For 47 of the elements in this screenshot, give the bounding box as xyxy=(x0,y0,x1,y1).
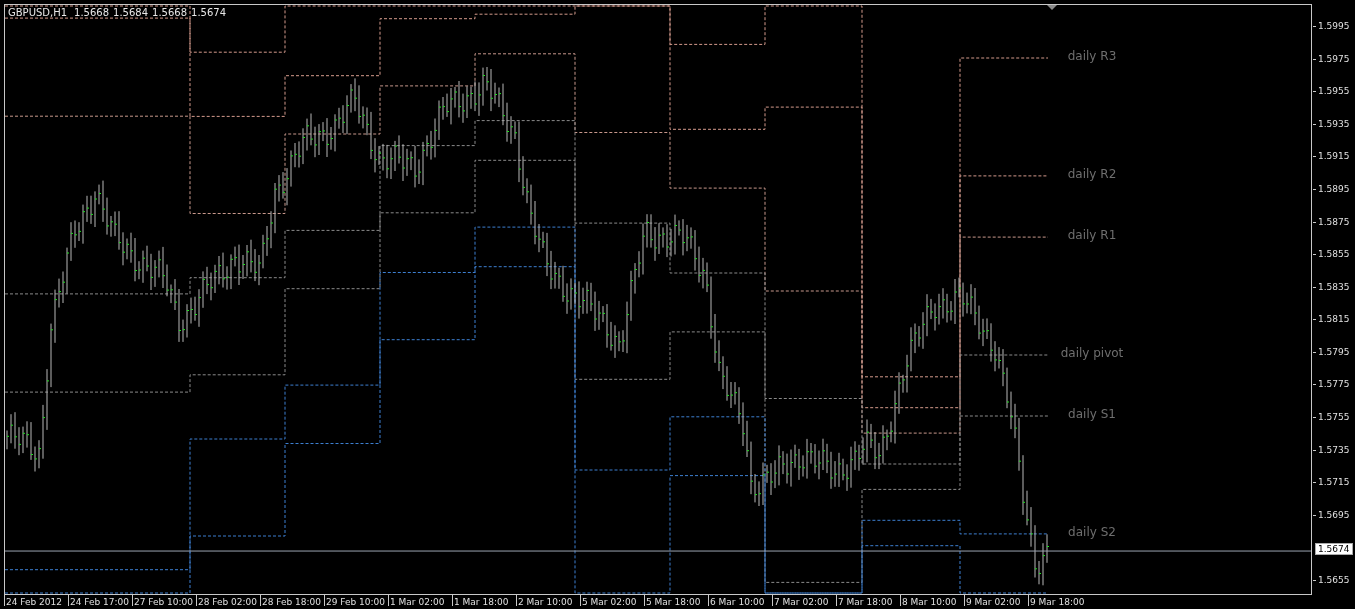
time-label: 7 Mar 18:00 xyxy=(836,594,900,606)
price-label: 1.5875 xyxy=(1313,215,1350,229)
price-label: 1.5895 xyxy=(1313,182,1350,196)
time-label: 24 Feb 2012 xyxy=(4,594,68,606)
level-label: daily S2 xyxy=(1067,524,1117,539)
ohlc-value: 1.5674 xyxy=(191,7,227,18)
price-label: 1.5855 xyxy=(1313,248,1350,262)
ohlc-value: 1.5668 xyxy=(74,7,110,18)
time-label: 9 Mar 02:00 xyxy=(964,594,1028,606)
level-label: daily R1 xyxy=(1066,228,1118,243)
time-label: 5 Mar 18:00 xyxy=(644,594,708,606)
time-label: 9 Mar 18:00 xyxy=(1028,594,1092,606)
time-label: 5 Mar 02:00 xyxy=(580,594,644,606)
price-label: 1.5815 xyxy=(1313,313,1350,327)
price-label: 1.5975 xyxy=(1313,52,1350,66)
current-price-label: 1.5674 xyxy=(1315,543,1353,556)
time-label: 8 Mar 10:00 xyxy=(900,594,964,606)
level-label: daily R2 xyxy=(1066,166,1118,181)
time-label: 29 Feb 10:00 xyxy=(324,594,388,606)
price-label: 1.5915 xyxy=(1313,150,1350,164)
symbol-label: GBPUSD,H1 xyxy=(8,7,68,18)
level-label: daily pivot xyxy=(1059,346,1125,360)
time-label: 27 Feb 10:00 xyxy=(132,594,196,606)
price-label: 1.5775 xyxy=(1313,378,1350,392)
time-label: 28 Feb 18:00 xyxy=(260,594,324,606)
price-label: 1.5995 xyxy=(1313,20,1350,33)
price-label: 1.5935 xyxy=(1313,117,1350,131)
time-label: 1 Mar 02:00 xyxy=(388,594,452,606)
ohlc-value: 1.5684 xyxy=(113,7,149,18)
time-label: 2 Mar 10:00 xyxy=(516,594,580,606)
time-label: 1 Mar 18:00 xyxy=(452,594,516,606)
price-label: 1.5655 xyxy=(1313,574,1350,587)
price-label: 1.5755 xyxy=(1313,411,1350,425)
time-label: 6 Mar 10:00 xyxy=(708,594,772,606)
price-label: 1.5695 xyxy=(1313,508,1350,522)
time-label: 24 Feb 17:00 xyxy=(68,594,132,606)
price-label: 1.5795 xyxy=(1313,345,1350,359)
chart-shift-icon[interactable] xyxy=(1047,5,1057,10)
price-label: 1.5955 xyxy=(1313,85,1350,99)
price-label: 1.5715 xyxy=(1313,476,1350,490)
time-label: 7 Mar 02:00 xyxy=(772,594,836,606)
level-label: daily S1 xyxy=(1067,406,1117,421)
level-label: daily R3 xyxy=(1066,48,1118,63)
price-label: 1.5835 xyxy=(1313,280,1350,294)
time-label: 28 Feb 02:00 xyxy=(196,594,260,606)
ohlc-value: 1.5668 xyxy=(152,7,188,18)
price-label: 1.5735 xyxy=(1313,443,1350,457)
